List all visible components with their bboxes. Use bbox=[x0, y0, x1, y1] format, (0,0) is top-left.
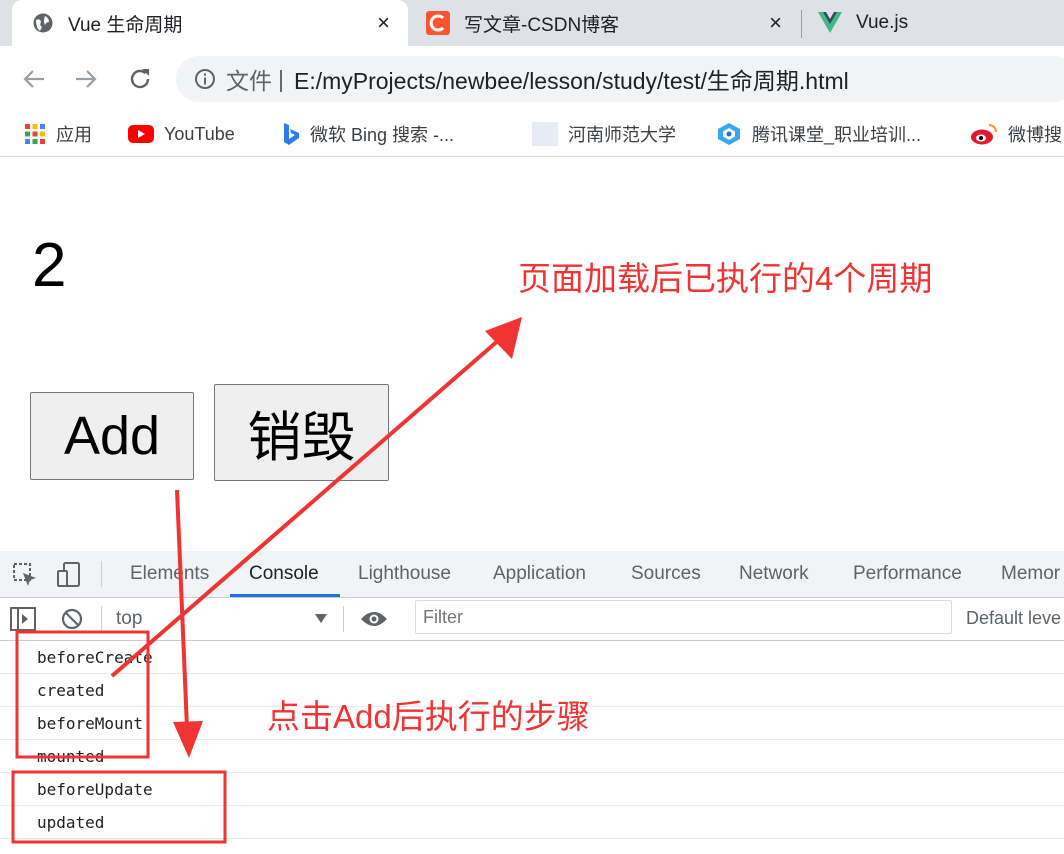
arrowhead-icon bbox=[485, 317, 522, 359]
arrowhead-icon bbox=[173, 721, 203, 758]
arrow-to-top-annotation bbox=[110, 337, 502, 678]
highlight-box-update-hooks bbox=[11, 770, 227, 844]
annotation-initial-hooks: 页面加载后已执行的4个周期 bbox=[518, 260, 933, 297]
annotation-update-hooks: 点击Add后执行的步骤 bbox=[267, 698, 590, 735]
arrow-down-to-update-hooks bbox=[175, 489, 189, 729]
highlight-box-initial-hooks bbox=[15, 630, 150, 759]
